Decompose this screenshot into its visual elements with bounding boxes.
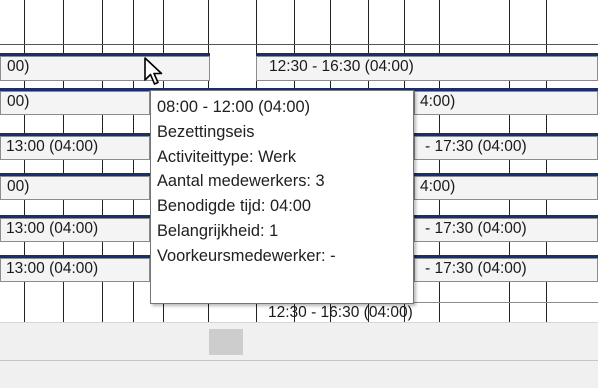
shift-time-label: 4:00) <box>420 93 456 110</box>
shift-time-label: 13:00 (04:00) <box>6 220 99 237</box>
tooltip-type-name: Bezettingseis <box>157 122 255 141</box>
tooltip-employee-count: Aantal medewerkers: 3 <box>157 172 325 191</box>
row-separator <box>0 44 598 45</box>
shift-tooltip: 08:00 - 12:00 (04:00) Bezettingseis Acti… <box>150 90 414 304</box>
shift-block[interactable]: 4:00) <box>414 176 598 200</box>
horizontal-scrollbar[interactable] <box>0 322 598 361</box>
tooltip-required-time: Benodigde tijd: 04:00 <box>157 197 312 216</box>
scrollbar-thumb[interactable] <box>209 329 243 355</box>
shift-block[interactable]: 4:00) <box>414 91 598 115</box>
shift-block[interactable]: 00) <box>0 176 150 200</box>
shift-time-label: - 17:30 (04:00) <box>425 260 527 277</box>
tooltip-time: 08:00 - 12:00 (04:00) <box>157 98 311 116</box>
shift-time-label: 12:30 - 16:30 (04:00) <box>268 304 413 321</box>
shift-block[interactable]: - 17:30 (04:00) <box>414 218 598 242</box>
shift-block[interactable]: 12:30 - 16:30 (04:00) <box>256 56 598 81</box>
shift-time-label: - 17:30 (04:00) <box>425 220 527 237</box>
shift-block[interactable]: 13:00 (04:00) <box>0 136 150 160</box>
tooltip-preferred-employee: Voorkeursmedewerker: - <box>157 246 336 265</box>
shift-time-label: 12:30 - 16:30 (04:00) <box>269 58 414 75</box>
status-bar <box>0 360 598 388</box>
shift-time-label: 00) <box>7 178 30 195</box>
tooltip-priority: Belangrijkheid: 1 <box>157 221 279 240</box>
shift-time-label: 13:00 (04:00) <box>6 260 99 277</box>
shift-block[interactable]: - 17:30 (04:00) <box>414 258 598 282</box>
shift-time-label: 00) <box>7 58 30 75</box>
shift-block[interactable]: 00) <box>0 56 210 81</box>
shift-block[interactable]: 13:00 (04:00) <box>0 258 150 282</box>
shift-block[interactable]: 13:00 (04:00) <box>0 218 150 242</box>
shift-time-label: - 17:30 (04:00) <box>425 138 527 155</box>
shift-block[interactable]: 00) <box>0 91 150 115</box>
shift-time-label: 4:00) <box>420 178 456 195</box>
tooltip-activity-type: Activiteittype: Werk <box>157 147 297 166</box>
shift-block[interactable]: - 17:30 (04:00) <box>414 136 598 160</box>
shift-time-label: 00) <box>7 93 30 110</box>
shift-time-label: 13:00 (04:00) <box>6 138 99 155</box>
mouse-cursor-icon <box>144 57 163 85</box>
